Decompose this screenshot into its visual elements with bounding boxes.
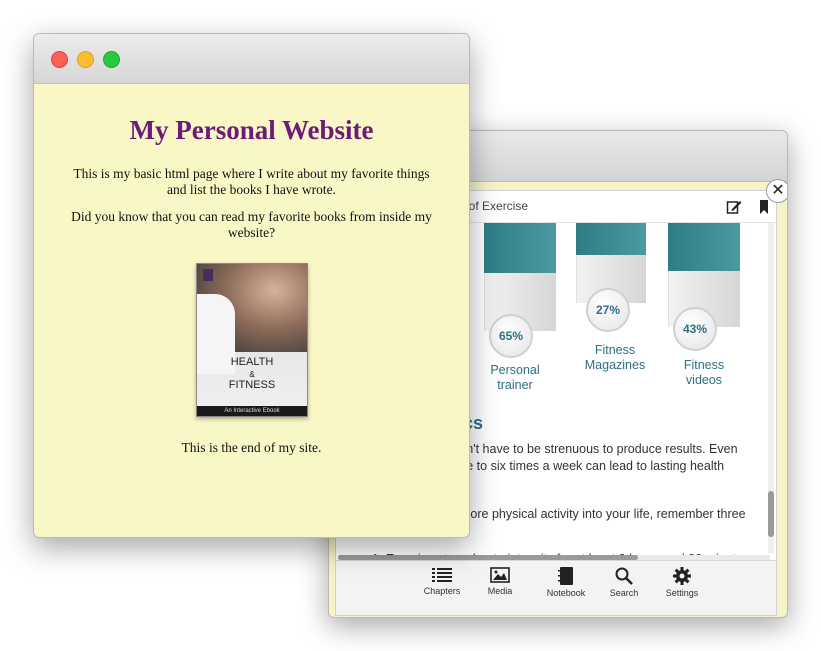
value-label-magazines: 27%	[586, 288, 630, 332]
book-subtitle: An Interactive Ebook	[197, 406, 307, 416]
end-paragraph: This is the end of my site.	[181, 440, 322, 455]
body-line-1: sn't have to be strenuous to produce res…	[460, 442, 738, 456]
media-button[interactable]: Media	[472, 567, 528, 596]
category-label-videos: Fitness videos	[683, 358, 725, 387]
vertical-scroll-thumb[interactable]	[768, 491, 774, 537]
chapters-list-icon	[432, 568, 452, 582]
notebook-icon	[558, 567, 573, 585]
health-fitness-book-cover[interactable]: HEALTH & FITNESS An Interactive Ebook	[196, 263, 308, 417]
vertical-scrollbar[interactable]	[768, 223, 774, 553]
media-image-icon	[490, 567, 510, 583]
body-line-2: ve to six times a week can lead to lasti…	[460, 459, 725, 473]
book-title-line2: FITNESS	[228, 379, 276, 391]
website-titlebar[interactable]	[34, 34, 469, 84]
minimize-window-button[interactable]	[77, 51, 94, 68]
gear-icon	[673, 567, 691, 585]
book-title-line1: HEALTH	[230, 356, 274, 368]
settings-button[interactable]: Settings	[654, 567, 710, 598]
reader-toolbar: Chapters Media Notebook Search Settings	[336, 560, 776, 615]
search-button[interactable]: Search	[596, 567, 652, 598]
publisher-logo	[203, 269, 213, 281]
bookmark-icon[interactable]	[756, 199, 772, 215]
chapters-button[interactable]: Chapters	[414, 567, 470, 596]
body-line-3: more physical activity into your life, r…	[460, 507, 746, 521]
category-label-magazines: Fitness Magazines	[584, 343, 646, 372]
close-window-button[interactable]	[51, 51, 68, 68]
value-label-personal: 65%	[489, 314, 533, 358]
question-paragraph: Did you know that you can read my favori…	[71, 209, 432, 240]
website-window: My Personal Website This is my basic htm…	[33, 33, 470, 538]
book-title-amp: &	[249, 370, 255, 379]
edit-note-icon[interactable]	[726, 199, 742, 215]
bar-personal-trainer	[484, 223, 556, 331]
search-icon	[615, 567, 633, 585]
intro-paragraph: This is my basic html page where I write…	[73, 166, 430, 197]
page-title: My Personal Website	[129, 115, 374, 145]
category-label-personal: Personal trainer	[490, 363, 540, 392]
close-reader-button[interactable]: ✕	[766, 179, 787, 203]
value-label-videos: 43%	[673, 307, 717, 351]
notebook-button[interactable]: Notebook	[538, 567, 594, 598]
maximize-window-button[interactable]	[103, 51, 120, 68]
